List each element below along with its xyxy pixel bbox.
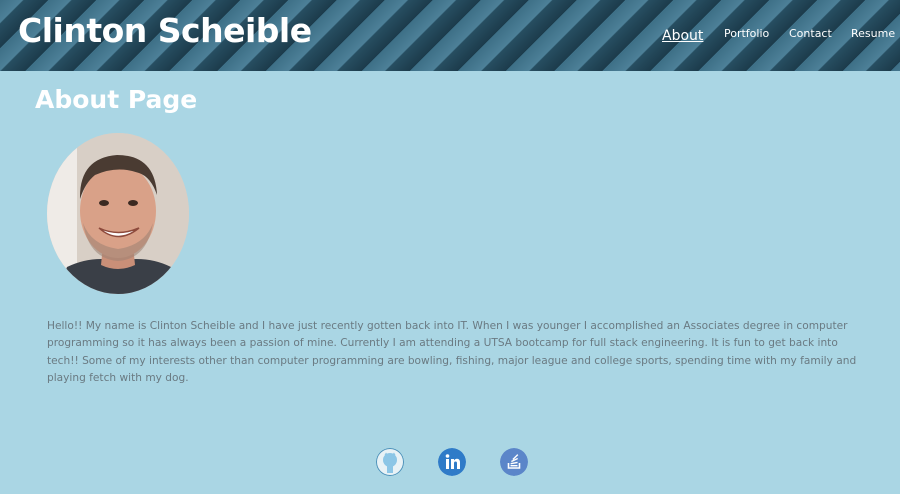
profile-photo <box>47 133 189 294</box>
stackoverflow-icon <box>500 448 528 476</box>
linkedin-icon <box>438 448 466 476</box>
nav-contact-link[interactable]: Contact <box>789 27 832 40</box>
stackoverflow-link[interactable] <box>500 448 528 476</box>
linkedin-link[interactable] <box>438 448 466 476</box>
page-title: About Page <box>35 85 198 114</box>
site-title: Clinton Scheible <box>18 11 312 50</box>
nav-portfolio-link[interactable]: Portfolio <box>724 27 769 40</box>
profile-photo-illustration <box>47 133 189 294</box>
github-link[interactable] <box>376 448 404 476</box>
bio-paragraph: Hello!! My name is Clinton Scheible and … <box>47 320 857 385</box>
site-header: Clinton Scheible About Portfolio Contact… <box>0 0 900 71</box>
nav-resume-link[interactable]: Resume <box>851 27 895 40</box>
github-icon <box>376 448 404 476</box>
nav-about-link[interactable]: About <box>662 28 703 44</box>
social-links <box>0 448 900 478</box>
